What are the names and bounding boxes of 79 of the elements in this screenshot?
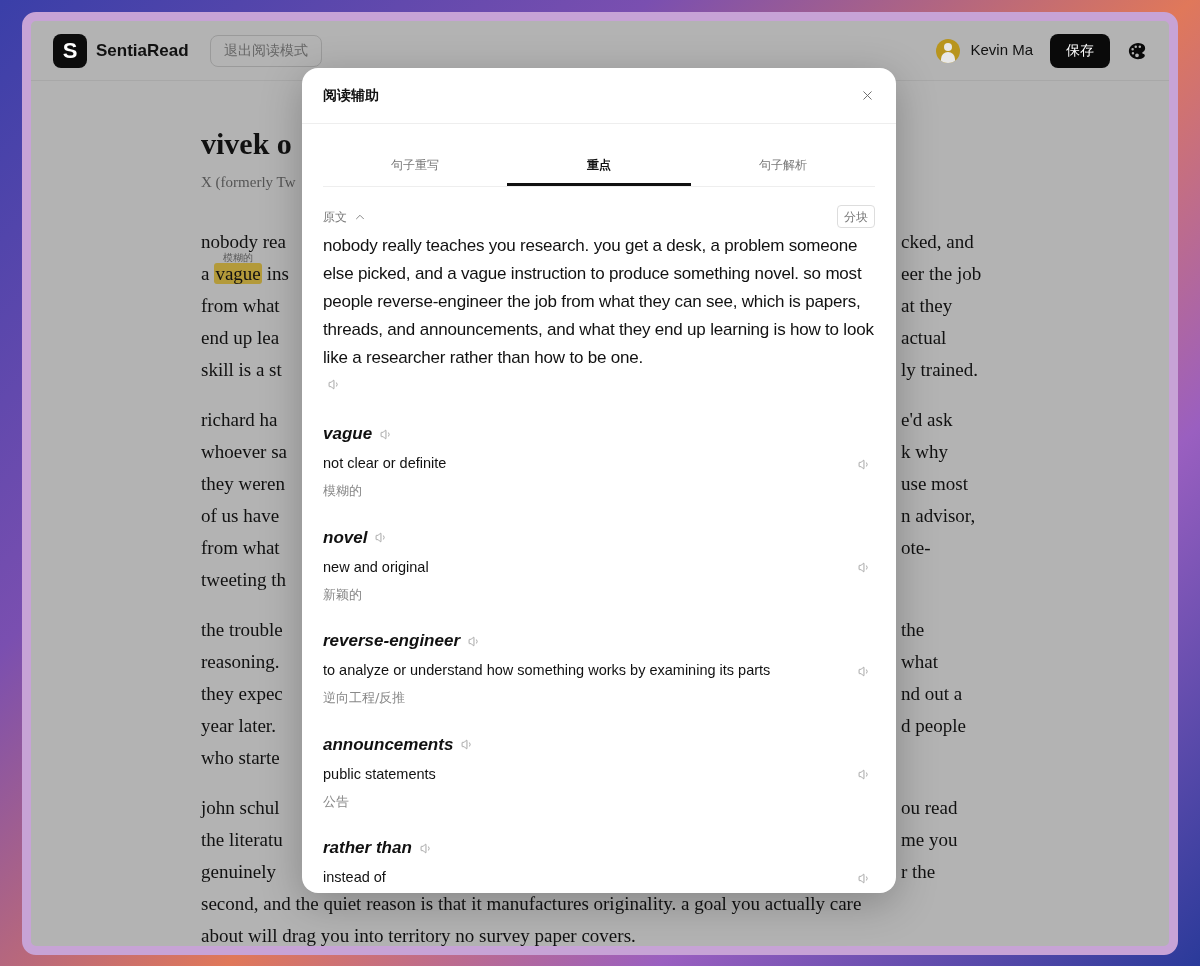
article-text: they expec [201, 684, 283, 704]
close-icon[interactable] [860, 88, 875, 103]
article-text: of us have [201, 506, 280, 526]
translation: 模糊的 [323, 482, 363, 500]
gloss-label: 模糊的 [223, 253, 254, 263]
tab[interactable]: 句子重写 [323, 146, 507, 186]
article-text: reasoning. [201, 652, 280, 672]
article-text: cked, and [901, 232, 974, 252]
speaker-icon[interactable] [858, 871, 871, 885]
article-text: e'd ask [901, 410, 953, 430]
article-title: vivek o [201, 127, 292, 161]
term: novel [323, 526, 368, 549]
dialog-title: 阅读辅助 [323, 86, 379, 105]
article-text: actual [901, 328, 947, 348]
article-text: a [201, 264, 210, 284]
save-button[interactable]: 保存 [1050, 33, 1110, 68]
article-text: ote- [901, 538, 931, 558]
definition: public statements [323, 764, 436, 784]
article-text: k why [901, 442, 948, 462]
article-text: genuinely [201, 862, 276, 882]
speaker-icon[interactable] [858, 768, 871, 781]
article-text: what [901, 652, 938, 672]
article-text: second, and the quiet reason is that it manufactures originality. a goal you actually care [201, 894, 862, 914]
article-text: who starte [201, 748, 280, 768]
term: announcements [323, 733, 454, 756]
article-text: r the [901, 862, 936, 882]
article-text: ins [266, 264, 289, 284]
definition: instead of [323, 868, 386, 888]
article-text: d people [901, 716, 966, 736]
article-text: year later. [201, 716, 276, 736]
source-text: nobody really teaches you research. you get a desk, a problem someone else picked, and a vague instruction to produce something novel. so most people reverse-engineer the job from what they can see, which is papers, threads, and announcements, and what they end up learning is how to look like a researcher rather than how to be one. [323, 235, 875, 369]
article-text: richard ha [201, 410, 278, 430]
speaker-icon[interactable] [419, 841, 433, 855]
app-name: SentiaRead [96, 39, 189, 62]
article-text: ou read [901, 798, 958, 818]
article-text: me you [901, 830, 958, 850]
article-text: end up lea [201, 328, 280, 348]
article-text: whoever sa [201, 442, 287, 462]
palette-icon[interactable] [1127, 40, 1147, 61]
translation: 逆向工程/反推 [323, 689, 407, 707]
article-text: the literatu [201, 830, 283, 850]
tab[interactable]: 重点 [507, 146, 691, 186]
source-toggle[interactable]: 原文 [323, 207, 367, 226]
article-text: the trouble [201, 620, 283, 640]
definition: not clear or definite [323, 454, 447, 474]
definition: to analyze or understand how something works by examining its parts [323, 661, 771, 681]
speaker-icon[interactable] [858, 457, 871, 471]
speaker-icon[interactable] [328, 378, 341, 391]
article-text: eer the job [901, 264, 982, 284]
article-text: skill is a st [201, 360, 282, 380]
article-text: from what [201, 538, 280, 558]
translation: 新颖的 [323, 585, 363, 604]
article-text: ly trained. [901, 360, 979, 380]
article-text: tweeting th [201, 570, 286, 590]
article-text: about will drag you into territory no survey paper covers. [201, 926, 636, 946]
user-name: Kevin Ma [970, 40, 1033, 61]
highlighted-word[interactable]: vague [214, 263, 262, 284]
term: reverse-engineer [323, 630, 461, 653]
chunk-button[interactable]: 分块 [837, 205, 875, 228]
article-text: at they [901, 296, 953, 316]
translation: 公告 [323, 792, 350, 811]
speaker-icon[interactable] [858, 664, 871, 678]
avatar[interactable] [936, 38, 961, 63]
article-text: use most [901, 474, 969, 494]
article-text: the [901, 620, 925, 640]
article-text: john schul [201, 798, 280, 818]
term: rather than [323, 837, 412, 860]
app-logo: S [53, 33, 87, 68]
term: vague [323, 423, 373, 446]
article-text: nd out a [901, 684, 963, 704]
article-text: from what [201, 296, 280, 316]
tab[interactable]: 句子解析 [691, 146, 875, 186]
exit-reading-button[interactable]: 退出阅读模式 [209, 34, 322, 67]
speaker-icon[interactable] [858, 561, 871, 574]
article-source: X (formerly Tw [201, 173, 296, 192]
definition: new and original [323, 557, 429, 577]
article-text: nobody rea [201, 232, 286, 252]
article-text: n advisor, [901, 506, 976, 526]
article-text: they weren [201, 474, 285, 494]
